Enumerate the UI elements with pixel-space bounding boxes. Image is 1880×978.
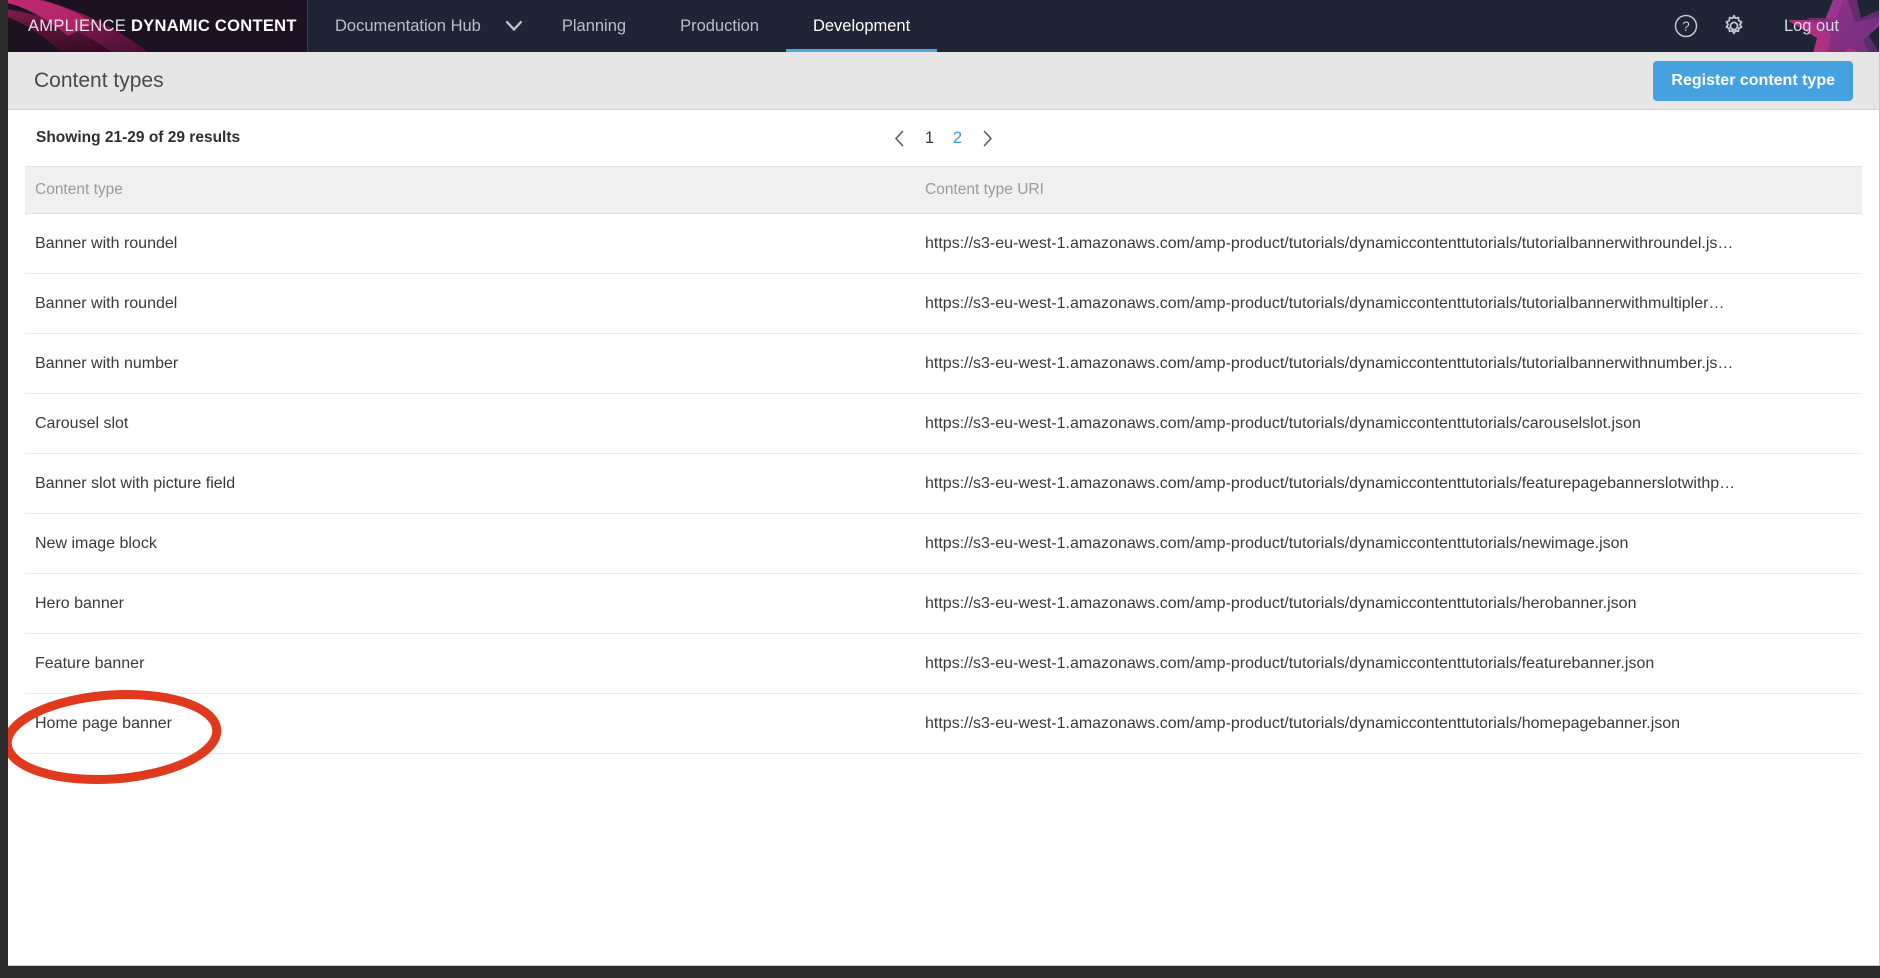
register-content-type-button[interactable]: Register content type	[1653, 60, 1853, 101]
column-header-content-type-uri: Content type URI	[925, 181, 1044, 198]
svg-text:?: ?	[1682, 19, 1690, 34]
gear-glyph	[1725, 14, 1743, 35]
pagination-page-2[interactable]: 2	[945, 123, 971, 153]
chevron-down-glyph	[505, 21, 522, 31]
table-row[interactable]: Banner with number https://s3-eu-west-1.a…	[25, 334, 1862, 394]
chevron-down-icon[interactable]	[493, 0, 535, 52]
logout-button[interactable]: Log out	[1758, 17, 1861, 36]
table-row[interactable]: Carousel slot https://s3-eu-west-1.amazon…	[25, 394, 1862, 454]
column-header-content-type: Content type	[35, 181, 123, 198]
table-row[interactable]: Home page banner https://s3-eu-west-1.ama…	[25, 694, 1862, 754]
chevron-left-icon[interactable]	[885, 123, 915, 153]
chevron-right-icon[interactable]	[973, 123, 1003, 153]
cell-content-type-uri: https://s3-eu-west-1.amazonaws.com/amp-p…	[925, 294, 1725, 312]
cell-content-type-uri: https://s3-eu-west-1.amazonaws.com/amp-p…	[925, 534, 1629, 552]
table-row[interactable]: New image block https://s3-eu-west-1.amaz…	[25, 514, 1862, 574]
page-title: Content types	[34, 68, 164, 92]
table-body: Banner with roundel https://s3-eu-west-1.…	[25, 214, 1862, 754]
cell-content-type-uri: https://s3-eu-west-1.amazonaws.com/amp-p…	[925, 354, 1734, 372]
help-circle-glyph: ?	[1674, 14, 1698, 38]
nav-links: Documentation Hub Planning Production De…	[308, 0, 938, 52]
nav-right-group: ? Log out	[1662, 0, 1879, 52]
cell-content-type-name: Banner slot with picture field	[35, 474, 236, 492]
application-window: AMPLIENCE DYNAMIC CONTENT Documentation …	[8, 0, 1880, 966]
nav-item-production[interactable]: Production	[653, 0, 786, 52]
cell-content-type-name: Hero banner	[35, 594, 124, 612]
amplience-logo[interactable]: AMPLIENCE DYNAMIC CONTENT	[8, 0, 308, 52]
gear-icon[interactable]	[1710, 0, 1758, 52]
page-header: Content types Register content type	[8, 52, 1879, 110]
cell-content-type-name: New image block	[35, 534, 157, 552]
nav-item-documentation-hub[interactable]: Documentation Hub	[308, 0, 493, 52]
results-pagination-bar: Showing 21-29 of 29 results 1 2	[8, 110, 1879, 166]
table-header-row: Content type Content type URI	[25, 166, 1862, 214]
nav-item-label: Production	[680, 16, 759, 35]
cell-content-type-uri: https://s3-eu-west-1.amazonaws.com/amp-p…	[925, 654, 1655, 672]
cell-content-type-name: Feature banner	[35, 654, 145, 672]
pagination-page-1[interactable]: 1	[917, 123, 943, 153]
nav-item-label: Development	[812, 16, 911, 35]
brand-word-amplience: AMPLIENCE	[28, 16, 127, 35]
nav-item-label: Planning	[561, 16, 627, 35]
brand-wordmark: AMPLIENCE DYNAMIC CONTENT	[28, 17, 297, 36]
table-row[interactable]: Hero banner https://s3-eu-west-1.amazonaw…	[25, 574, 1862, 634]
chevron-left-glyph	[895, 130, 904, 146]
cell-content-type-uri: https://s3-eu-west-1.amazonaws.com/amp-p…	[925, 414, 1641, 432]
cell-content-type-name: Home page banner	[35, 714, 172, 732]
cell-content-type-uri: https://s3-eu-west-1.amazonaws.com/amp-p…	[925, 594, 1637, 612]
table-row[interactable]: Feature banner https://s3-eu-west-1.amazo…	[25, 634, 1862, 694]
cell-content-type-uri: https://s3-eu-west-1.amazonaws.com/amp-p…	[925, 234, 1734, 252]
help-circle-icon[interactable]: ?	[1662, 0, 1710, 52]
cell-content-type-name: Banner with roundel	[35, 234, 178, 252]
cell-content-type-name: Carousel slot	[35, 414, 129, 432]
table-row[interactable]: Banner slot with picture field https://s3…	[25, 454, 1862, 514]
cell-content-type-name: Banner with number	[35, 354, 179, 372]
content-types-table: Content type Content type URI Banner wit…	[25, 166, 1862, 754]
nav-item-development[interactable]: Development	[785, 0, 938, 52]
chevron-right-glyph	[983, 130, 992, 146]
cell-content-type-uri: https://s3-eu-west-1.amazonaws.com/amp-p…	[925, 714, 1681, 732]
table-row[interactable]: Banner with roundel https://s3-eu-west-1.…	[25, 214, 1862, 274]
top-navigation-bar: AMPLIENCE DYNAMIC CONTENT Documentation …	[8, 0, 1879, 52]
pagination-controls: 1 2	[885, 123, 1003, 153]
results-count-label: Showing 21-29 of 29 results	[36, 129, 241, 146]
brand-word-dynamic-content: DYNAMIC CONTENT	[130, 16, 297, 35]
cell-content-type-name: Banner with roundel	[35, 294, 178, 312]
nav-item-label: Documentation Hub	[335, 16, 481, 35]
nav-item-planning[interactable]: Planning	[535, 0, 653, 52]
cell-content-type-uri: https://s3-eu-west-1.amazonaws.com/amp-p…	[925, 474, 1736, 492]
table-row[interactable]: Banner with roundel https://s3-eu-west-1.…	[25, 274, 1862, 334]
